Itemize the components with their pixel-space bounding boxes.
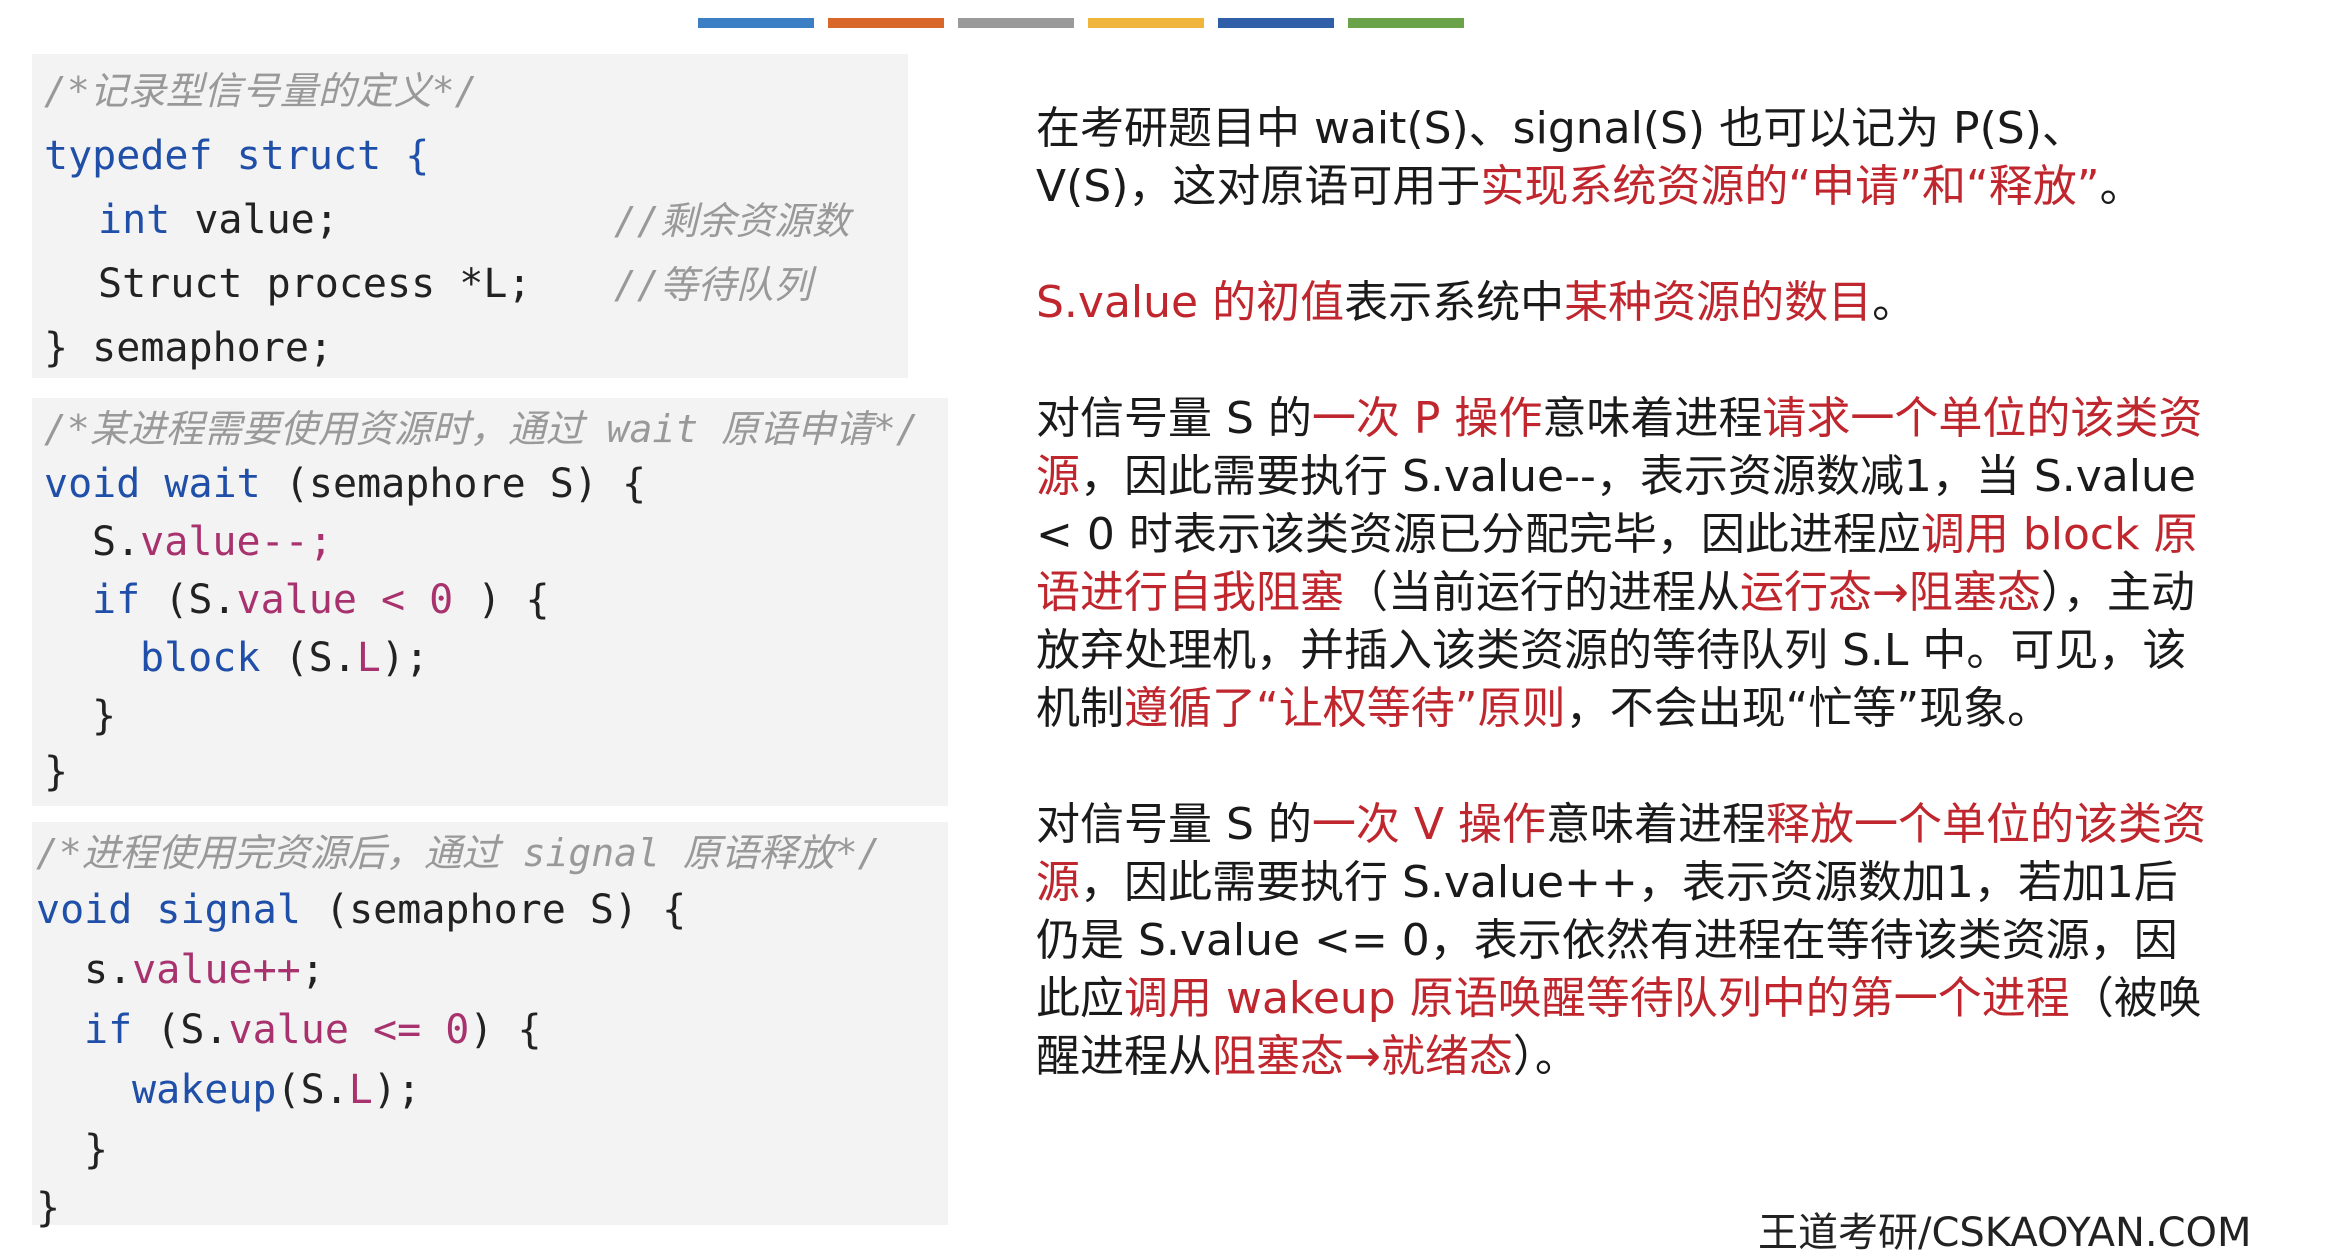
code-block-semaphore-definition: /*记录型信号量的定义*/ typedef struct { int value…	[32, 54, 908, 378]
footer-watermark: 王道考研/CSKAOYAN.COM	[1758, 1210, 2252, 1256]
code-line: }	[92, 693, 117, 739]
body-text: 。	[1872, 277, 1917, 328]
highlight-text: 阻塞态→就绪态	[1212, 1031, 1513, 1082]
code-member: value < 0	[236, 577, 454, 623]
code-function: wait	[164, 461, 261, 507]
code-line: if (S.value < 0 ) {	[92, 580, 550, 620]
code-keyword: if	[92, 577, 141, 623]
code-line: S.value--;	[92, 522, 333, 562]
code-line: }	[44, 749, 69, 795]
code-text: (S.	[132, 1007, 229, 1053]
code-comment: //等待队列	[614, 263, 812, 307]
body-text: ，不会出现“忙等”现象。	[1565, 683, 2052, 734]
slide-color-bars	[698, 18, 1464, 30]
code-keyword: void	[36, 887, 133, 933]
code-keyword: if	[84, 1007, 133, 1053]
paragraph-v-operation: 对信号量 S 的一次 V 操作意味着进程释放一个单位的该类资源，因此需要执行 S…	[1036, 796, 2216, 1086]
body-text: 对信号量 S 的	[1036, 393, 1312, 444]
body-text: （当前运行的进程从	[1344, 567, 1740, 618]
body-text: 意味着进程	[1545, 799, 1766, 850]
code-member: value <= 0	[228, 1007, 470, 1053]
body-text: 表示系统中	[1344, 277, 1565, 328]
code-text: ) {	[469, 1007, 542, 1053]
paragraph-p-operation: 对信号量 S 的一次 P 操作意味着进程请求一个单位的该类资源，因此需要执行 S…	[1036, 390, 2216, 738]
code-function: block	[140, 635, 261, 681]
code-text: (S.	[276, 1067, 349, 1113]
highlight-text: 遵循了“让权等待”原则	[1124, 683, 1566, 734]
code-line: void signal (semaphore S) {	[36, 890, 686, 930]
color-bar	[1088, 18, 1204, 28]
code-member: L	[348, 1067, 373, 1113]
body-text: 意味着进程	[1542, 393, 1763, 444]
code-comment: /*进程使用完资源后，通过 signal 原语释放*/	[36, 831, 881, 875]
code-text: s.	[84, 947, 133, 993]
highlight-text: 一次 V 操作	[1311, 799, 1546, 850]
color-bar	[698, 18, 814, 28]
code-line: wakeup(S.L);	[132, 1070, 421, 1110]
code-line: s.value++;	[84, 950, 325, 990]
code-text: ) {	[453, 577, 550, 623]
code-text: (semaphore S) {	[260, 461, 647, 507]
body-text: 。	[2099, 161, 2144, 212]
code-function: wakeup	[132, 1067, 277, 1113]
code-comment: /*记录型信号量的定义*/	[44, 69, 478, 113]
code-text: (S.	[140, 577, 237, 623]
code-text: );	[372, 1067, 422, 1113]
highlight-text: 调用 wakeup 原语唤醒等待队列中的第一个进程	[1124, 973, 2070, 1024]
code-line: }	[36, 1185, 61, 1231]
code-line: void wait (semaphore S) {	[44, 464, 646, 504]
code-text: (S.	[260, 635, 357, 681]
paragraph-wait-signal: 在考研题目中 wait(S)、signal(S) 也可以记为 P(S)、V(S)…	[1036, 100, 2216, 216]
code-text: (semaphore S) {	[300, 887, 687, 933]
code-function: signal	[156, 887, 301, 933]
explanation-text: 在考研题目中 wait(S)、signal(S) 也可以记为 P(S)、V(S)…	[1036, 100, 2216, 1144]
highlight-text: 一次 P 操作	[1311, 393, 1543, 444]
code-member: value--;	[140, 519, 333, 565]
code-line: }	[84, 1127, 109, 1173]
body-text: ）。	[1512, 1031, 1579, 1082]
highlight-text: 某种资源的数目	[1564, 277, 1873, 328]
code-text: ;	[300, 947, 325, 993]
color-bar	[1348, 18, 1464, 28]
color-bar	[828, 18, 944, 28]
code-line: typedef struct {	[44, 133, 430, 179]
color-bar	[958, 18, 1074, 28]
code-keyword: void	[44, 461, 141, 507]
highlight-text: S.value 的初值	[1036, 277, 1345, 328]
code-member: value++	[132, 947, 301, 993]
body-text: 对信号量 S 的	[1036, 799, 1312, 850]
color-bar	[1218, 18, 1334, 28]
code-text: );	[380, 635, 430, 681]
code-member: L	[356, 635, 381, 681]
code-comment: //剩余资源数	[614, 199, 850, 243]
highlight-text: 实现系统资源的“申请”和“释放”	[1480, 161, 2100, 212]
highlight-text: 运行态→阻塞态	[1740, 567, 2041, 618]
paragraph-initial-value: S.value 的初值表示系统中某种资源的数目。	[1036, 274, 2216, 332]
code-comment: /*某进程需要使用资源时，通过 wait 原语申请*/	[44, 407, 919, 451]
code-block-signal: /*进程使用完资源后，通过 signal 原语释放*/ void signal …	[32, 822, 948, 1231]
code-text: S.	[92, 519, 141, 565]
code-block-wait: /*某进程需要使用资源时，通过 wait 原语申请*/ void wait (s…	[32, 398, 948, 806]
code-line: block (S.L);	[140, 638, 429, 678]
code-text: value;	[170, 197, 339, 243]
code-line: int value;	[98, 200, 339, 240]
code-line: Struct process *L;	[98, 261, 532, 307]
code-line: } semaphore;	[44, 325, 333, 371]
code-line: if (S.value <= 0) {	[84, 1010, 542, 1050]
code-keyword: int	[98, 197, 171, 243]
